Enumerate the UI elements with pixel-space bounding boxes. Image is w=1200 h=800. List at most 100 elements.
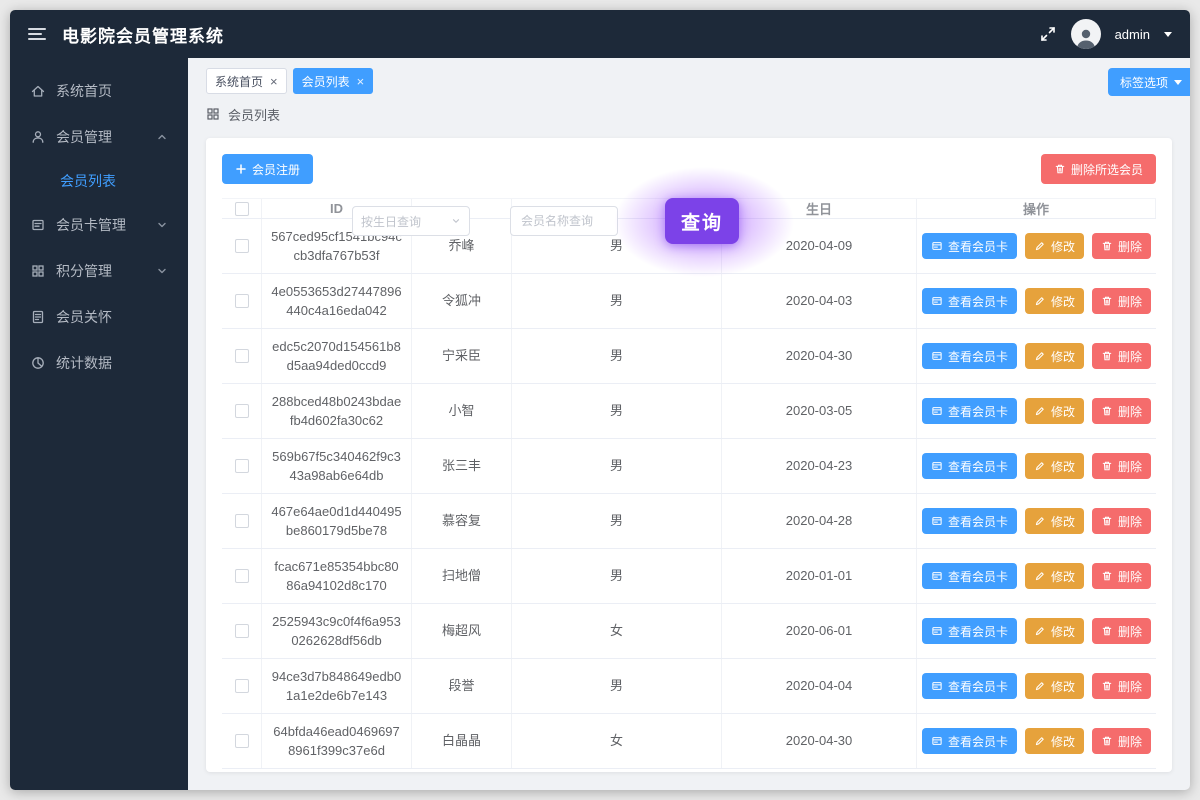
trash-icon: [1101, 570, 1113, 582]
row-checkbox[interactable]: [235, 679, 249, 693]
view-card-button[interactable]: 查看会员卡: [922, 508, 1017, 534]
query-button[interactable]: 查询: [665, 198, 739, 244]
app-window: 电影院会员管理系统 admin 系统首页 会员管理 会员列表: [10, 10, 1190, 790]
table-row: 288bced48b0243bdaefb4d602fa30c62 小智 男 20…: [222, 384, 1156, 439]
edit-button[interactable]: 修改: [1025, 563, 1084, 589]
delete-button[interactable]: 删除: [1092, 508, 1151, 534]
member-list-card: 会员注册 删除所选会员 ID 生日 操作: [206, 138, 1172, 772]
birthday-filter-select[interactable]: 按生日查询: [352, 206, 470, 236]
delete-selected-button[interactable]: 删除所选会员: [1041, 154, 1156, 184]
delete-button[interactable]: 删除: [1092, 233, 1151, 259]
trash-icon: [1101, 460, 1113, 472]
edit-button[interactable]: 修改: [1025, 288, 1084, 314]
edit-button[interactable]: 修改: [1025, 673, 1084, 699]
delete-button[interactable]: 删除: [1092, 288, 1151, 314]
member-name-search-input[interactable]: [510, 206, 618, 236]
card-icon: [30, 217, 46, 233]
grid-icon: [30, 263, 46, 279]
member-name: 令狐冲: [412, 274, 512, 328]
member-gender: 女: [512, 714, 722, 768]
view-card-button[interactable]: 查看会员卡: [922, 618, 1017, 644]
sidebar-item-member-care[interactable]: 会员关怀: [10, 294, 188, 340]
sidebar-item-statistics[interactable]: 统计数据: [10, 340, 188, 386]
sidebar-item-card-mgmt[interactable]: 会员卡管理: [10, 202, 188, 248]
member-name: 梅超风: [412, 604, 512, 658]
edit-button[interactable]: 修改: [1025, 343, 1084, 369]
row-checkbox[interactable]: [235, 734, 249, 748]
edit-button[interactable]: 修改: [1025, 233, 1084, 259]
member-gender: 男: [512, 549, 722, 603]
user-menu-caret-icon[interactable]: [1164, 32, 1172, 37]
delete-button[interactable]: 删除: [1092, 728, 1151, 754]
view-card-button[interactable]: 查看会员卡: [922, 728, 1017, 754]
tab-home[interactable]: 系统首页 ×: [206, 68, 287, 94]
sidebar-item-label: 统计数据: [56, 353, 112, 373]
member-id: 4e0553653d27447896440c4a16eda042: [262, 274, 412, 328]
member-birthday: 2020-01-01: [722, 549, 917, 603]
username[interactable]: admin: [1115, 27, 1150, 42]
delete-button[interactable]: 删除: [1092, 343, 1151, 369]
view-card-button[interactable]: 查看会员卡: [922, 563, 1017, 589]
sidebar-item-points-mgmt[interactable]: 积分管理: [10, 248, 188, 294]
edit-button[interactable]: 修改: [1025, 453, 1084, 479]
delete-label: 删除: [1118, 733, 1142, 750]
view-card-button[interactable]: 查看会员卡: [922, 673, 1017, 699]
close-icon[interactable]: ×: [357, 75, 365, 88]
delete-label: 删除: [1118, 568, 1142, 585]
edit-label: 修改: [1051, 623, 1075, 640]
delete-label: 删除: [1118, 458, 1142, 475]
row-checkbox-cell: [222, 549, 262, 603]
avatar[interactable]: [1071, 19, 1101, 49]
menu-toggle-icon[interactable]: [28, 28, 46, 40]
edit-button[interactable]: 修改: [1025, 728, 1084, 754]
row-checkbox[interactable]: [235, 459, 249, 473]
view-card-button[interactable]: 查看会员卡: [922, 343, 1017, 369]
trash-icon: [1101, 350, 1113, 362]
view-card-label: 查看会员卡: [948, 238, 1008, 255]
birthday-filter-placeholder: 按生日查询: [361, 213, 421, 230]
delete-button[interactable]: 删除: [1092, 673, 1151, 699]
edit-button[interactable]: 修改: [1025, 618, 1084, 644]
row-checkbox[interactable]: [235, 404, 249, 418]
view-card-label: 查看会员卡: [948, 678, 1008, 695]
edit-icon: [1034, 350, 1046, 362]
user-icon: [30, 129, 46, 145]
tab-member-list[interactable]: 会员列表 ×: [293, 68, 374, 94]
chevron-down-icon: [156, 219, 168, 231]
row-checkbox[interactable]: [235, 624, 249, 638]
sidebar: 系统首页 会员管理 会员列表 会员卡管理 积分管理 会: [10, 58, 188, 790]
member-id: 467e64ae0d1d440495be860179d5be78: [262, 494, 412, 548]
row-checkbox[interactable]: [235, 294, 249, 308]
view-card-button[interactable]: 查看会员卡: [922, 288, 1017, 314]
close-icon[interactable]: ×: [270, 75, 278, 88]
view-card-button[interactable]: 查看会员卡: [922, 233, 1017, 259]
edit-button[interactable]: 修改: [1025, 508, 1084, 534]
register-member-button[interactable]: 会员注册: [222, 154, 313, 184]
view-card-button[interactable]: 查看会员卡: [922, 453, 1017, 479]
card-icon: [931, 570, 943, 582]
fullscreen-icon[interactable]: [1039, 25, 1057, 43]
sidebar-item-member-list[interactable]: 会员列表: [10, 160, 188, 202]
delete-button[interactable]: 删除: [1092, 453, 1151, 479]
view-card-button[interactable]: 查看会员卡: [922, 398, 1017, 424]
row-checkbox[interactable]: [235, 349, 249, 363]
row-checkbox[interactable]: [235, 569, 249, 583]
card-icon: [931, 735, 943, 747]
row-checkbox[interactable]: [235, 514, 249, 528]
member-id: 2525943c9c0f4f6a9530262628df56db: [262, 604, 412, 658]
delete-button[interactable]: 删除: [1092, 398, 1151, 424]
tag-options-button[interactable]: 标签选项: [1108, 68, 1190, 96]
view-card-label: 查看会员卡: [948, 733, 1008, 750]
row-checkbox[interactable]: [235, 239, 249, 253]
page-title: 会员列表: [228, 105, 280, 124]
app-title: 电影院会员管理系统: [62, 22, 224, 47]
delete-button[interactable]: 删除: [1092, 563, 1151, 589]
sidebar-item-home[interactable]: 系统首页: [10, 68, 188, 114]
edit-button[interactable]: 修改: [1025, 398, 1084, 424]
member-table: ID 生日 操作 按生日查询 查询 567: [222, 198, 1156, 756]
delete-button[interactable]: 删除: [1092, 618, 1151, 644]
select-all-checkbox[interactable]: [235, 202, 249, 216]
edit-icon: [1034, 295, 1046, 307]
sidebar-item-member-mgmt[interactable]: 会员管理: [10, 114, 188, 160]
plus-icon: [235, 163, 247, 175]
